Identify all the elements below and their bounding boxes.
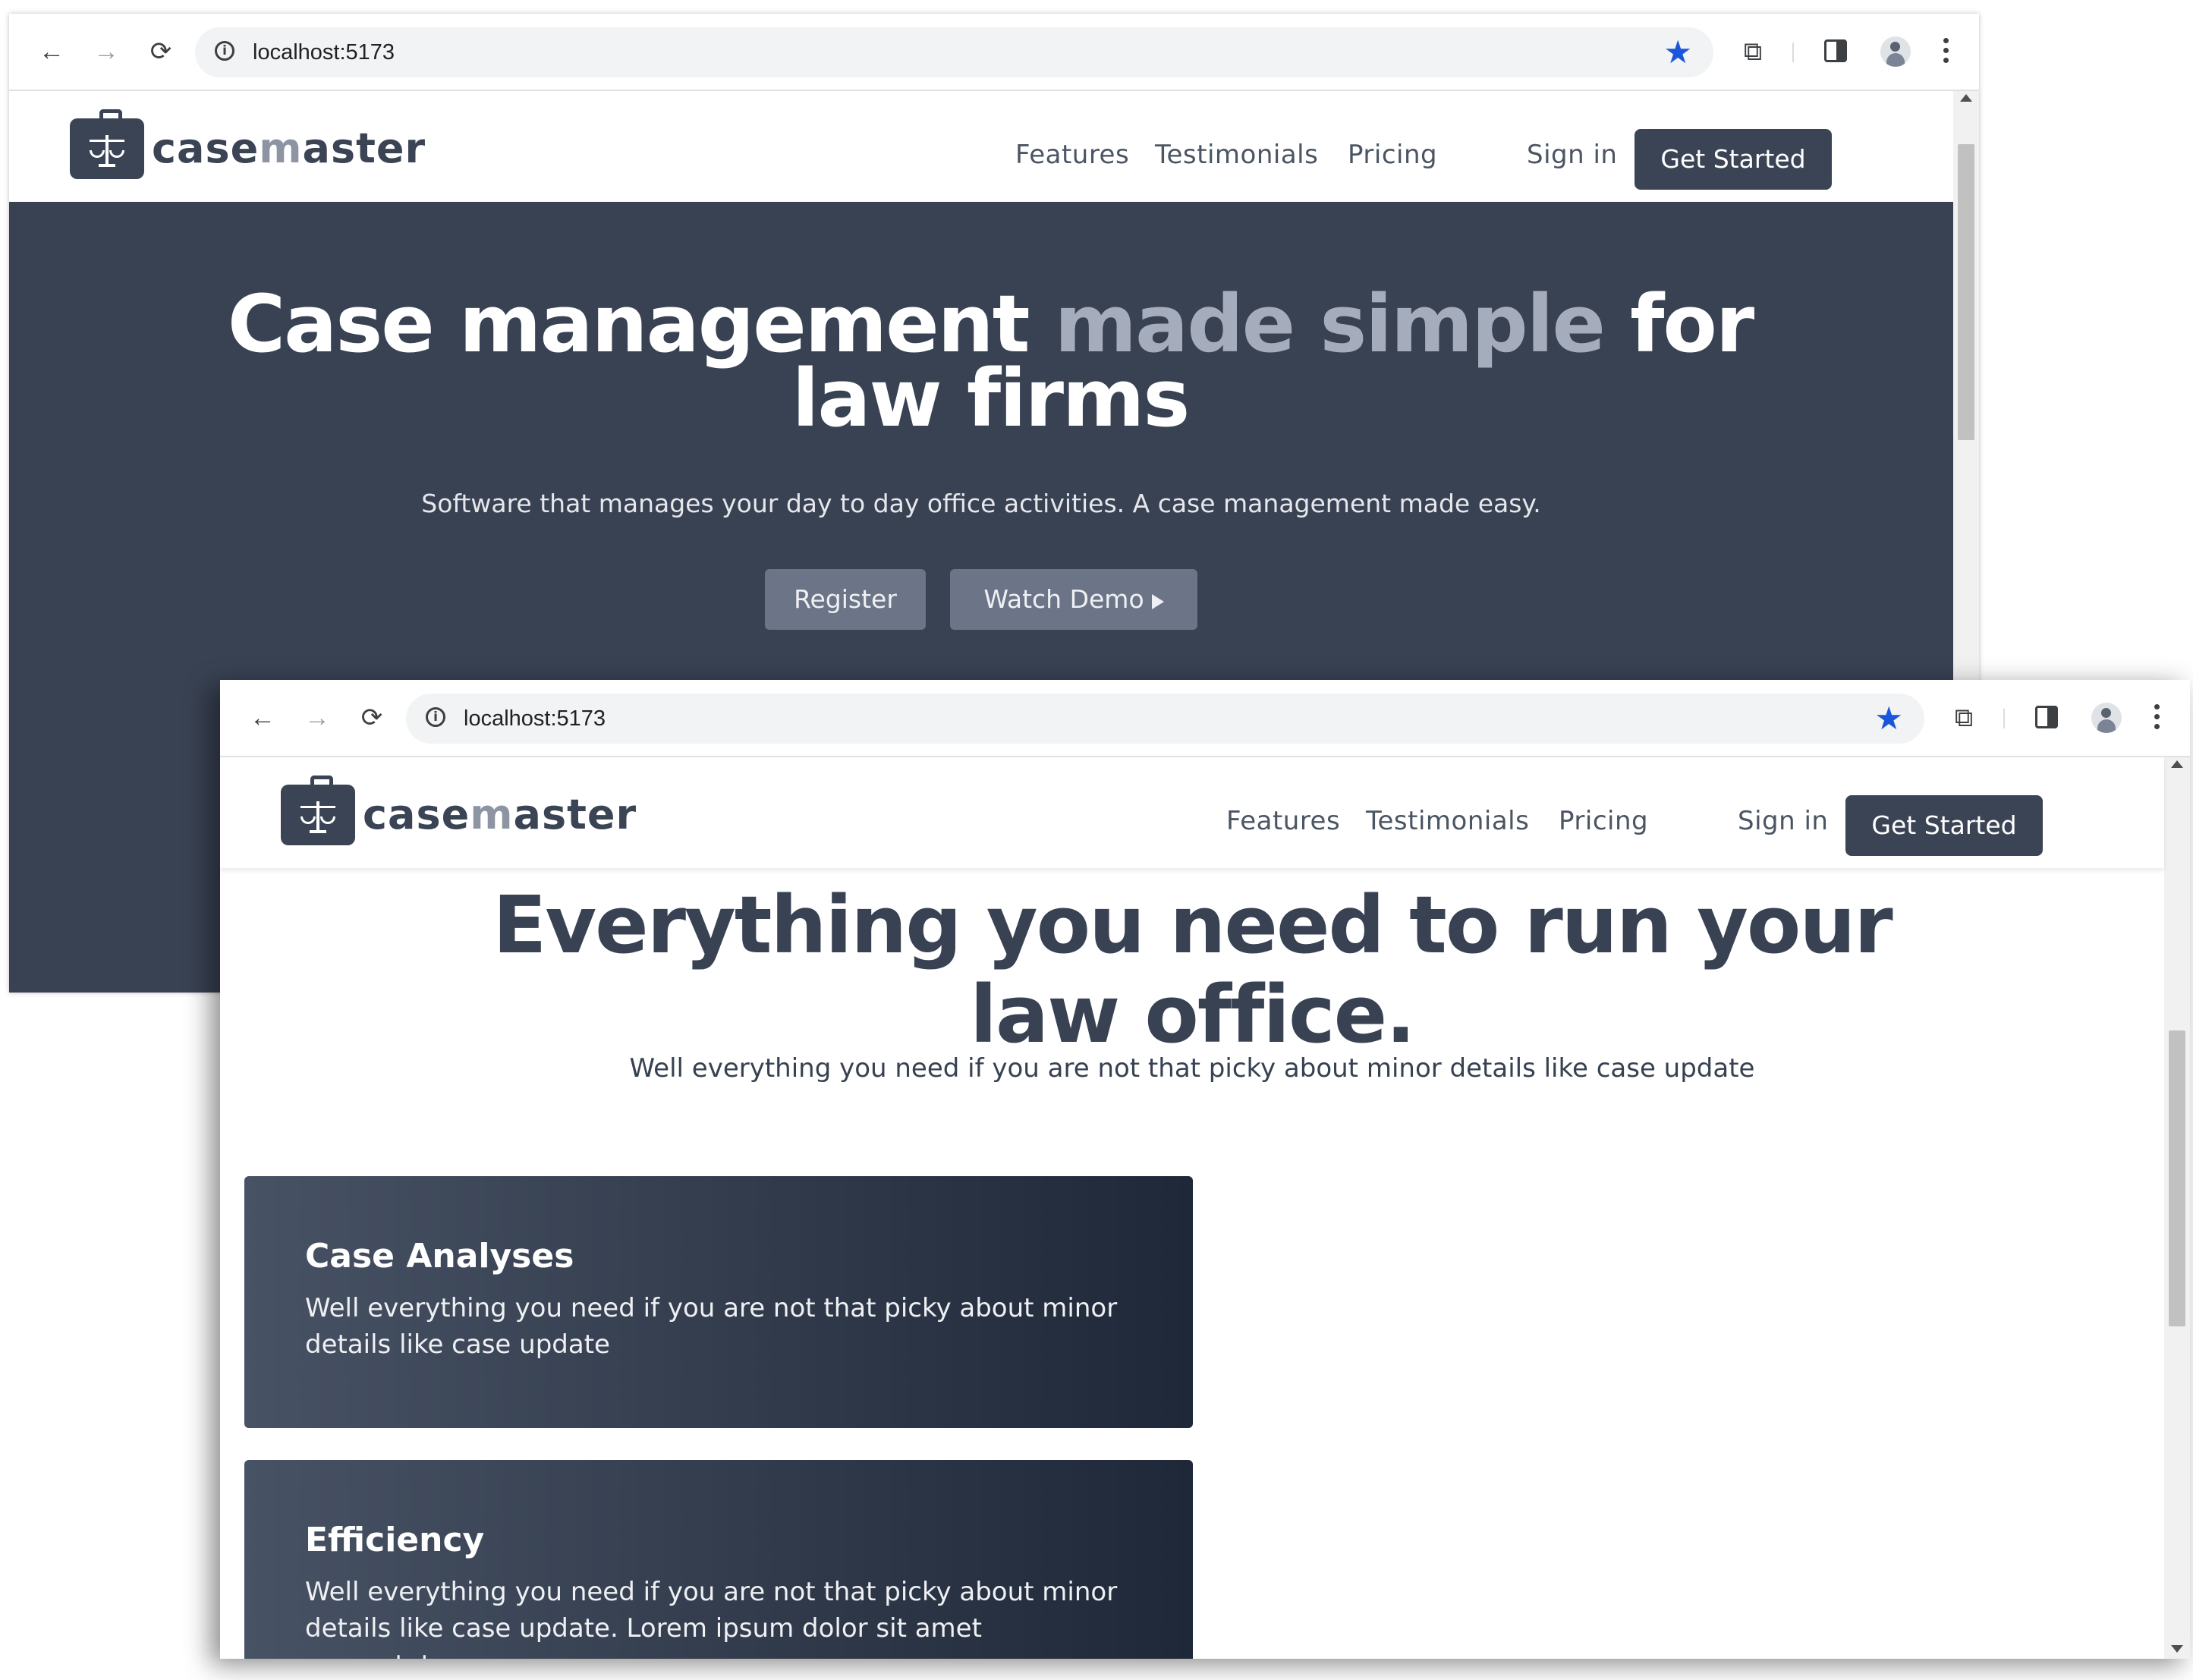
hero-title: Case management made simple for law firm… (146, 285, 1835, 438)
feature-card-title: Case Analyses (305, 1237, 574, 1276)
site-header: casemaster Features Testimonials Pricing… (220, 757, 2164, 868)
url-text[interactable]: localhost:5173 (464, 706, 606, 731)
scroll-up-arrow-icon[interactable] (1960, 94, 1972, 102)
features-subtitle: Well everything you need if you are not … (629, 1053, 1755, 1084)
scroll-up-arrow-icon[interactable] (2171, 760, 2183, 768)
info-icon[interactable]: i (426, 707, 445, 727)
nav-link-pricing[interactable]: Pricing (1348, 140, 1437, 170)
feature-card-body: Well everything you need if you are not … (305, 1577, 1118, 1659)
bookmark-star-icon[interactable]: ★ (1874, 698, 1903, 739)
brand-rest: aster (513, 791, 637, 838)
briefcase-scale-logo-icon[interactable] (70, 109, 144, 179)
address-bar[interactable]: i localhost:5173 ★ (195, 27, 1713, 77)
scroll-thumb[interactable] (1958, 144, 1974, 440)
info-icon[interactable]: i (215, 41, 234, 61)
reload-icon[interactable]: ⟳ (146, 36, 176, 67)
brand-name[interactable]: casemaster (363, 791, 637, 838)
nav-link-features[interactable]: Features (1015, 140, 1129, 170)
extensions-icon[interactable]: ⧉ (1736, 35, 1770, 68)
feature-card-title: Efficiency (305, 1521, 485, 1559)
get-started-button[interactable]: Get Started (1845, 795, 2043, 856)
watch-demo-label: Watch Demo (983, 584, 1144, 614)
browser-window-front: ← → ⟳ i localhost:5173 ★ ⧉ casemaster Fe… (220, 680, 2190, 1659)
features-title: Everything you need to run your law offi… (492, 879, 1893, 1061)
nav-link-testimonials[interactable]: Testimonials (1155, 140, 1318, 170)
nav-link-pricing[interactable]: Pricing (1559, 806, 1648, 836)
hero-subtitle: Software that manages your day to day of… (421, 489, 1541, 518)
back-icon[interactable]: ← (36, 36, 67, 67)
brand-primary: case (363, 791, 470, 838)
feature-card-case-analyses: Case Analyses Well everything you need i… (244, 1176, 1193, 1428)
reload-icon[interactable]: ⟳ (357, 703, 387, 733)
brand-rest: aster (302, 124, 426, 172)
feature-card-body: Well everything you need if you are not … (305, 1293, 1118, 1360)
page-scrollbar[interactable] (2164, 757, 2190, 1659)
briefcase-scale-logo-icon[interactable] (281, 776, 355, 845)
site-header: casemaster Features Testimonials Pricing… (9, 91, 1953, 202)
forward-icon[interactable]: → (302, 703, 332, 733)
features-section: Everything you need to run your law offi… (220, 868, 2164, 1659)
scroll-down-arrow-icon[interactable] (2171, 1645, 2183, 1653)
profile-avatar-icon[interactable] (1880, 36, 1911, 67)
bookmark-star-icon[interactable]: ★ (1663, 32, 1692, 73)
forward-icon[interactable]: → (91, 36, 121, 67)
get-started-button[interactable]: Get Started (1635, 129, 1832, 190)
nav-link-sign-in[interactable]: Sign in (1738, 806, 1828, 836)
browser-toolbar: ← → ⟳ i localhost:5173 ★ ⧉ (9, 14, 1979, 91)
scroll-thumb[interactable] (2169, 1030, 2185, 1326)
browser-toolbar: ← → ⟳ i localhost:5173 ★ ⧉ (220, 680, 2190, 757)
register-button[interactable]: Register (765, 569, 926, 630)
url-text[interactable]: localhost:5173 (253, 40, 395, 65)
nav-link-sign-in[interactable]: Sign in (1527, 140, 1617, 170)
side-panel-icon[interactable] (2035, 706, 2058, 728)
play-icon (1151, 594, 1164, 609)
brand-accent: m (259, 124, 303, 172)
menu-kebab-icon[interactable] (1941, 35, 1950, 68)
profile-avatar-icon[interactable] (2091, 703, 2122, 733)
nav-link-features[interactable]: Features (1226, 806, 1340, 836)
back-icon[interactable]: ← (247, 703, 278, 733)
brand-accent: m (470, 791, 514, 838)
extensions-icon[interactable]: ⧉ (1947, 701, 1981, 735)
watch-demo-button[interactable]: Watch Demo (950, 569, 1197, 630)
address-bar[interactable]: i localhost:5173 ★ (406, 694, 1924, 744)
menu-kebab-icon[interactable] (2152, 701, 2161, 735)
nav-link-testimonials[interactable]: Testimonials (1366, 806, 1529, 836)
feature-card-efficiency: Efficiency Well everything you need if y… (244, 1460, 1193, 1659)
brand-primary: case (152, 124, 260, 172)
toolbar-divider (2003, 709, 2005, 728)
side-panel-icon[interactable] (1824, 39, 1847, 62)
brand-name[interactable]: casemaster (152, 124, 426, 172)
toolbar-divider (1792, 42, 1794, 62)
